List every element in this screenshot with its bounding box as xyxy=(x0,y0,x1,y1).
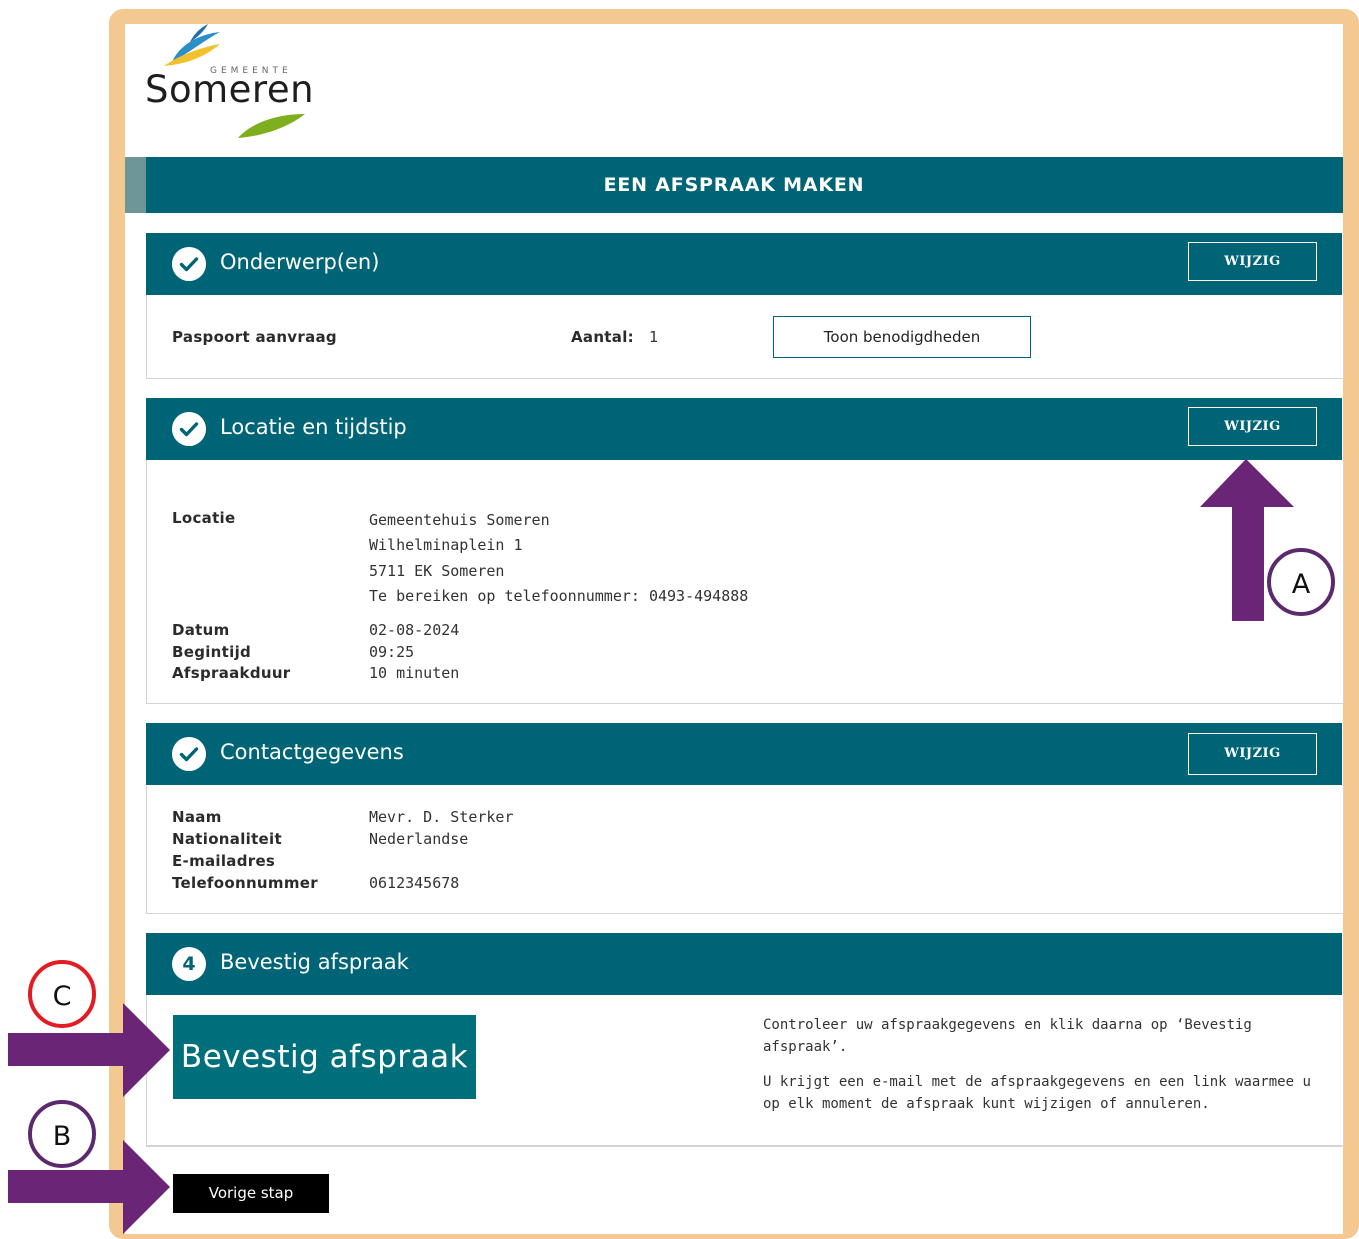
check-icon xyxy=(172,737,206,771)
email-label: E-mailadres xyxy=(172,852,276,870)
location-line: 5711 EK Someren xyxy=(369,562,505,580)
step-number-badge: 4 xyxy=(172,947,206,981)
phone-label: Telefoonnummer xyxy=(172,874,318,892)
section-body-location xyxy=(146,460,1344,704)
section-header-location: Locatie en tijdstip WIJZIG xyxy=(146,398,1342,460)
name-value: Mevr. D. Sterker xyxy=(369,808,514,826)
section-body-contact xyxy=(146,786,1344,914)
show-requirements-button[interactable]: Toon benodigdheden xyxy=(773,316,1031,358)
section-title: Locatie en tijdstip xyxy=(220,415,407,439)
phone-value: 0612345678 xyxy=(369,874,460,892)
section-header-subjects: Onderwerp(en) WIJZIG xyxy=(146,233,1342,295)
date-label: Datum xyxy=(172,621,230,639)
count-label: Aantal: xyxy=(571,328,634,346)
edit-location-button[interactable]: WIJZIG xyxy=(1188,407,1317,446)
location-label: Locatie xyxy=(172,509,236,527)
subject-name: Paspoort aanvraag xyxy=(172,328,337,346)
section-header-contact: Contactgegevens WIJZIG xyxy=(146,723,1342,785)
name-label: Naam xyxy=(172,808,222,826)
footer-divider xyxy=(146,1146,1342,1147)
page-header: EEN AFSPRAAK MAKEN xyxy=(125,157,1343,213)
nationality-label: Nationaliteit xyxy=(172,830,282,848)
edit-subjects-button[interactable]: WIJZIG xyxy=(1188,242,1317,281)
nationality-value: Nederlandse xyxy=(369,830,469,848)
start-time-value: 09:25 xyxy=(369,643,415,661)
confirm-email-info-text: U krijgt een e-mail met de afspraakgegev… xyxy=(763,1074,1311,1112)
location-line: Te bereiken op telefoonnummer: 0493-4948… xyxy=(369,587,749,605)
annotation-arrow-right-icon xyxy=(8,1140,170,1234)
check-icon xyxy=(172,247,206,281)
date-value: 02-08-2024 xyxy=(369,621,460,639)
confirm-instruction-text: Controleer uw afspraakgegevens en klik d… xyxy=(763,1017,1252,1055)
duration-value: 10 minuten xyxy=(369,664,460,682)
previous-step-button[interactable]: Vorige stap xyxy=(173,1174,329,1213)
annotation-arrow-right-icon xyxy=(8,1003,170,1097)
section-title: Bevestig afspraak xyxy=(220,950,409,974)
location-line: Wilhelminaplein 1 xyxy=(369,536,523,554)
annotation-label-c: C xyxy=(28,960,96,1028)
duration-label: Afspraakduur xyxy=(172,664,291,682)
confirm-appointment-button[interactable]: Bevestig afspraak xyxy=(173,1015,476,1099)
location-line: Gemeentehuis Someren xyxy=(369,511,550,529)
check-icon xyxy=(172,412,206,446)
annotation-label-a: A xyxy=(1267,548,1335,616)
section-title: Onderwerp(en) xyxy=(220,250,380,274)
logo-wordmark: Someren xyxy=(145,68,315,111)
annotation-label-b: B xyxy=(28,1100,96,1168)
count-value: 1 xyxy=(649,328,659,346)
section-header-confirm: 4 Bevestig afspraak xyxy=(146,933,1342,995)
section-title: Contactgegevens xyxy=(220,740,404,764)
edit-contact-button[interactable]: WIJZIG xyxy=(1188,733,1317,775)
page-title: EEN AFSPRAAK MAKEN xyxy=(603,174,865,196)
start-time-label: Begintijd xyxy=(172,643,252,661)
